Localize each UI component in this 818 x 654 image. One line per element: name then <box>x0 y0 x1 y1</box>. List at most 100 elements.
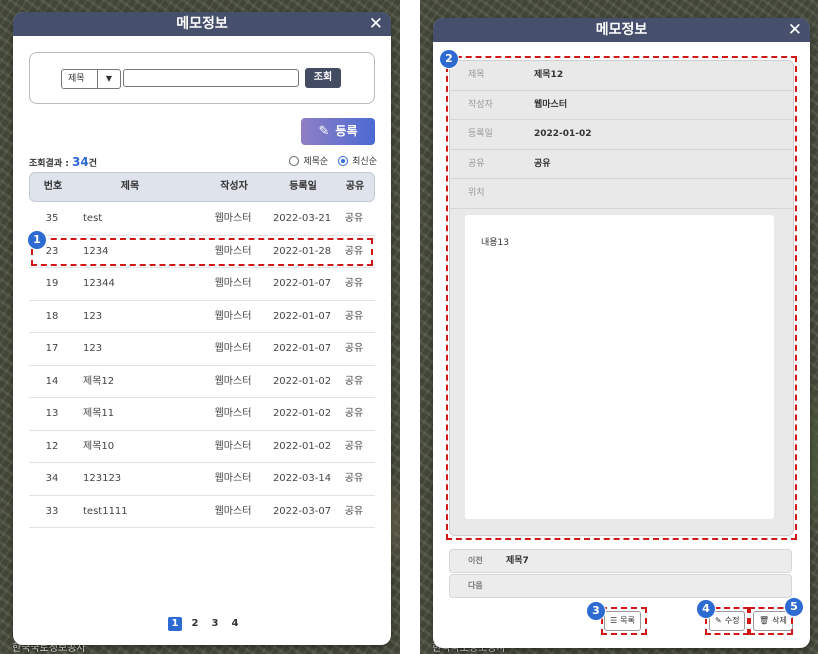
page-3[interactable]: 3 <box>208 617 222 631</box>
table-row[interactable]: 33 test1111 웹마스터 2022-03-07 공유 <box>29 496 375 528</box>
search-button[interactable]: 조회 <box>305 68 341 88</box>
row-no: 33 <box>45 505 59 517</box>
row-share: 공유 <box>344 343 364 354</box>
detail-highlight-box <box>446 56 797 540</box>
screen-divider <box>400 0 420 654</box>
result-unit: 건 <box>88 159 97 169</box>
row-no: 14 <box>45 375 59 387</box>
radio-icon <box>289 155 300 166</box>
row-writer: 웹마스터 <box>214 505 252 517</box>
table-row[interactable]: 12 제목10 웹마스터 2022-01-02 공유 <box>29 431 375 463</box>
register-label: 등록 <box>335 124 358 138</box>
row-title: 123 <box>83 343 103 354</box>
row-title: 123123 <box>83 473 122 484</box>
column-header-date: 등록일 <box>289 181 317 192</box>
page-4[interactable]: 4 <box>228 617 242 631</box>
row-share: 공유 <box>344 213 364 224</box>
annotation-marker-4: 4 <box>697 600 715 618</box>
search-input[interactable] <box>123 69 299 87</box>
prev-label: 이전 <box>468 556 483 565</box>
page-2[interactable]: 2 <box>188 617 202 631</box>
row-title: test1111 <box>83 505 128 517</box>
row-title: 제목11 <box>83 408 115 419</box>
row-share: 공유 <box>344 473 364 484</box>
table-row[interactable]: 14 제목12 웹마스터 2022-01-02 공유 <box>29 366 375 398</box>
table-row[interactable]: 19 12344 웹마스터 2022-01-07 공유 <box>29 268 375 301</box>
memo-detail-panel: 메모정보 ✕ 제목 제목12 작성자 웹마스터 등록일 2022-01-02 공… <box>433 18 810 648</box>
row-no: 34 <box>45 473 59 484</box>
row-writer: 웹마스터 <box>214 310 252 322</box>
result-number: 34 <box>72 155 89 169</box>
column-header-share: 공유 <box>345 181 365 192</box>
chevron-down-icon: ▼ <box>97 70 120 88</box>
next-label: 다음 <box>468 581 483 590</box>
sort-title-label: 제목순 <box>303 157 329 167</box>
row-no: 35 <box>45 213 59 224</box>
prev-title: 제목7 <box>506 556 529 566</box>
row-writer: 웹마스터 <box>214 473 252 484</box>
row-title: 제목12 <box>83 375 115 387</box>
row-date: 2022-01-07 <box>272 278 332 289</box>
annotation-marker-2: 2 <box>440 50 458 68</box>
annotation-marker-1: 1 <box>28 231 46 249</box>
row-share: 공유 <box>344 408 364 419</box>
next-memo-row[interactable]: 다음 <box>449 574 792 598</box>
row-writer: 웹마스터 <box>214 375 252 387</box>
row-writer: 웹마스터 <box>214 408 252 419</box>
annotation-marker-3: 3 <box>587 602 605 620</box>
column-header-writer: 작성자 <box>220 181 248 192</box>
pagination: 1 2 3 4 <box>168 617 242 631</box>
table-row[interactable]: 34 123123 웹마스터 2022-03-14 공유 <box>29 463 375 496</box>
row-title: 123 <box>83 310 103 322</box>
row-date: 2022-01-07 <box>272 343 332 354</box>
table-row[interactable]: 17 123 웹마스터 2022-01-07 공유 <box>29 333 375 366</box>
table-row-highlighted[interactable]: 23 1234 웹마스터 2022-01-28 공유 <box>29 236 375 268</box>
row-no: 18 <box>45 310 59 322</box>
row-share: 공유 <box>344 278 364 289</box>
sort-latest-radio[interactable]: 최신순 <box>338 154 377 167</box>
table-row[interactable]: 35 test 웹마스터 2022-03-21 공유 <box>29 203 375 236</box>
result-label: 조회결과 : <box>29 159 69 169</box>
panel-title: 메모정보 <box>176 16 228 32</box>
table-row[interactable]: 18 123 웹마스터 2022-01-07 공유 <box>29 301 375 333</box>
row-date: 2022-01-07 <box>272 310 332 322</box>
row-title: 제목10 <box>83 440 115 452</box>
row-date: 2022-03-21 <box>272 213 332 224</box>
search-type-select[interactable]: 제목 ▼ <box>61 69 121 89</box>
row-no: 17 <box>45 343 59 354</box>
row-date: 2022-03-14 <box>272 473 332 484</box>
row-writer: 웹마스터 <box>214 278 252 289</box>
sort-title-radio[interactable]: 제목순 <box>289 154 328 167</box>
row-share: 공유 <box>344 245 364 257</box>
list-button-highlight <box>601 607 647 635</box>
panel-title: 메모정보 <box>595 22 648 38</box>
row-title: 1234 <box>83 245 109 257</box>
close-icon[interactable]: ✕ <box>788 18 802 42</box>
panel-titlebar: 메모정보 ✕ <box>433 18 810 42</box>
row-date: 2022-03-07 <box>272 505 332 517</box>
row-share: 공유 <box>344 440 364 452</box>
column-header-no: 번호 <box>43 181 63 192</box>
row-writer: 웹마스터 <box>214 343 252 354</box>
sort-options: 제목순 최신순 <box>289 154 377 167</box>
row-no: 13 <box>45 408 59 419</box>
row-writer: 웹마스터 <box>214 245 252 257</box>
panel-titlebar: 메모정보 ✕ <box>13 12 391 36</box>
annotation-marker-5: 5 <box>785 598 803 616</box>
result-count: 조회결과 : 34건 <box>29 155 97 169</box>
row-share: 공유 <box>344 505 364 517</box>
row-date: 2022-01-28 <box>272 245 332 257</box>
page-1[interactable]: 1 <box>168 617 182 631</box>
close-icon[interactable]: ✕ <box>369 12 383 36</box>
prev-memo-row[interactable]: 이전 제목7 <box>449 549 792 573</box>
radio-selected-icon <box>338 155 349 166</box>
row-no: 19 <box>45 278 59 289</box>
table-row[interactable]: 13 제목11 웹마스터 2022-01-02 공유 <box>29 398 375 431</box>
column-header-title: 제목 <box>120 181 140 192</box>
row-writer: 웹마스터 <box>214 213 252 224</box>
row-share: 공유 <box>344 375 364 387</box>
register-button[interactable]: ✎ 등록 <box>301 118 375 145</box>
table-header: 번호 제목 작성자 등록일 공유 <box>29 172 375 202</box>
row-title: 12344 <box>83 278 115 289</box>
row-date: 2022-01-02 <box>272 375 332 387</box>
